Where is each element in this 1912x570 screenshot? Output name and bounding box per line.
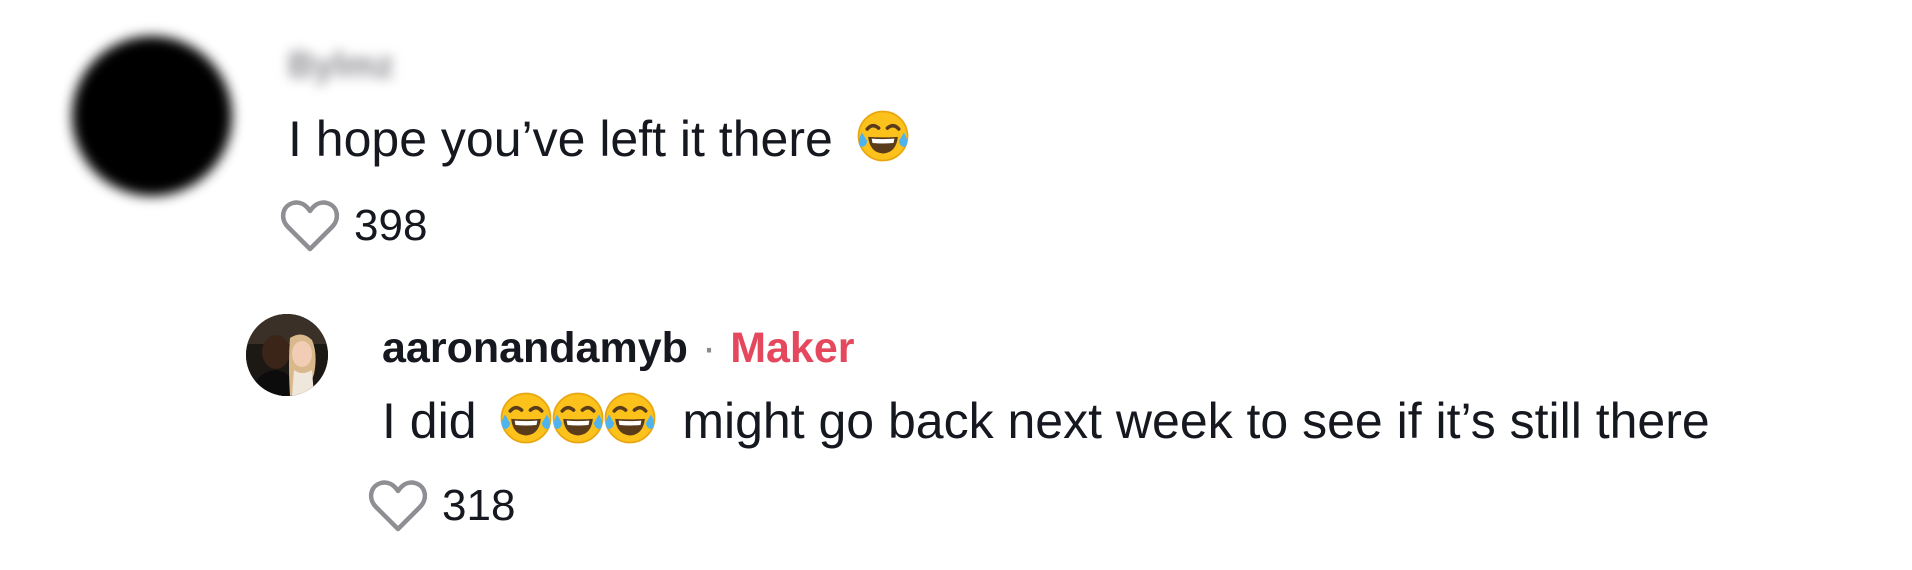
comment-username[interactable]: Bylmz [288, 44, 394, 86]
like-count: 318 [442, 481, 516, 530]
avatar-photo [246, 314, 328, 396]
face-with-tears-of-joy-icon [550, 390, 606, 446]
reply-text: I did might go back next week to see if … [382, 390, 1710, 451]
face-with-tears-of-joy-icon [855, 108, 911, 164]
heart-outline-icon[interactable] [368, 478, 428, 534]
reply-header: aaronandamyb · Maker [382, 322, 855, 374]
reply-text-before: I did [382, 393, 477, 449]
reply-text-after: might go back next week to see if it’s s… [682, 393, 1710, 449]
face-with-tears-of-joy-icon [602, 390, 658, 446]
heart-outline-icon[interactable] [280, 198, 340, 254]
like-count: 398 [354, 201, 428, 250]
avatar[interactable] [246, 314, 328, 396]
comment-text: I hope you’ve left it there [288, 108, 911, 169]
separator: · [701, 324, 717, 372]
like-button[interactable]: 398 [280, 198, 427, 254]
reply-username[interactable]: aaronandamyb [382, 324, 688, 372]
comment-text-body: I hope you’ve left it there [288, 111, 833, 167]
like-button[interactable]: 318 [368, 478, 515, 534]
face-with-tears-of-joy-icon [498, 390, 554, 446]
maker-badge: Maker [730, 324, 855, 372]
avatar[interactable] [72, 36, 232, 196]
